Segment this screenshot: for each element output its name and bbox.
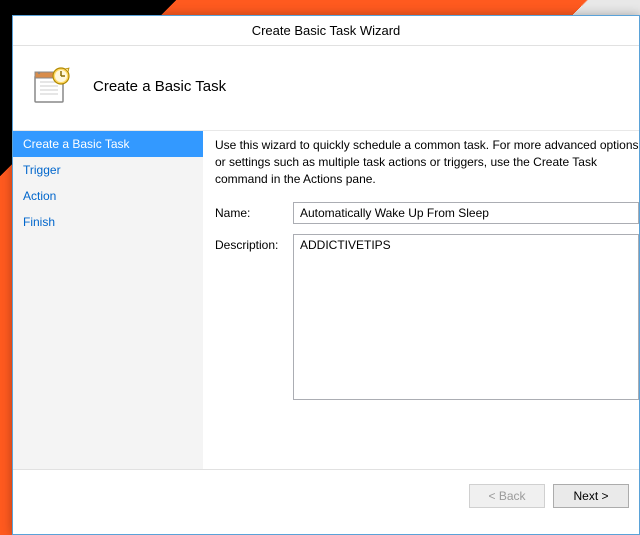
sidebar-item-label: Action <box>23 189 56 203</box>
page-title: Create a Basic Task <box>93 78 226 95</box>
wizard-header: Create a Basic Task <box>13 46 639 130</box>
back-button: < Back <box>469 484 545 508</box>
sidebar-item-action[interactable]: Action <box>13 183 203 209</box>
next-button[interactable]: Next > <box>553 484 629 508</box>
description-row: Description: <box>215 234 639 400</box>
description-textarea[interactable] <box>293 234 639 400</box>
window-title: Create Basic Task Wizard <box>252 23 401 38</box>
sidebar-item-trigger[interactable]: Trigger <box>13 157 203 183</box>
sidebar-item-finish[interactable]: Finish <box>13 209 203 235</box>
name-row: Name: <box>215 202 639 224</box>
name-label: Name: <box>215 202 293 220</box>
description-label: Description: <box>215 234 293 252</box>
wizard-window: Create Basic Task Wizard Create a Basic … <box>12 15 640 535</box>
sidebar-item-create-basic-task[interactable]: Create a Basic Task <box>13 131 203 157</box>
wizard-footer: < Back Next > <box>13 469 639 534</box>
sidebar-item-label: Create a Basic Task <box>23 137 130 151</box>
window-titlebar[interactable]: Create Basic Task Wizard <box>13 16 639 46</box>
wizard-steps-sidebar: Create a Basic Task Trigger Action Finis… <box>13 131 203 469</box>
instructions-text: Use this wizard to quickly schedule a co… <box>215 137 639 188</box>
wizard-body: Create a Basic Task Trigger Action Finis… <box>13 130 639 469</box>
scheduler-icon <box>33 66 73 106</box>
sidebar-item-label: Trigger <box>23 163 61 177</box>
sidebar-item-label: Finish <box>23 215 55 229</box>
name-input[interactable] <box>293 202 639 224</box>
wizard-content: Use this wizard to quickly schedule a co… <box>203 131 639 469</box>
